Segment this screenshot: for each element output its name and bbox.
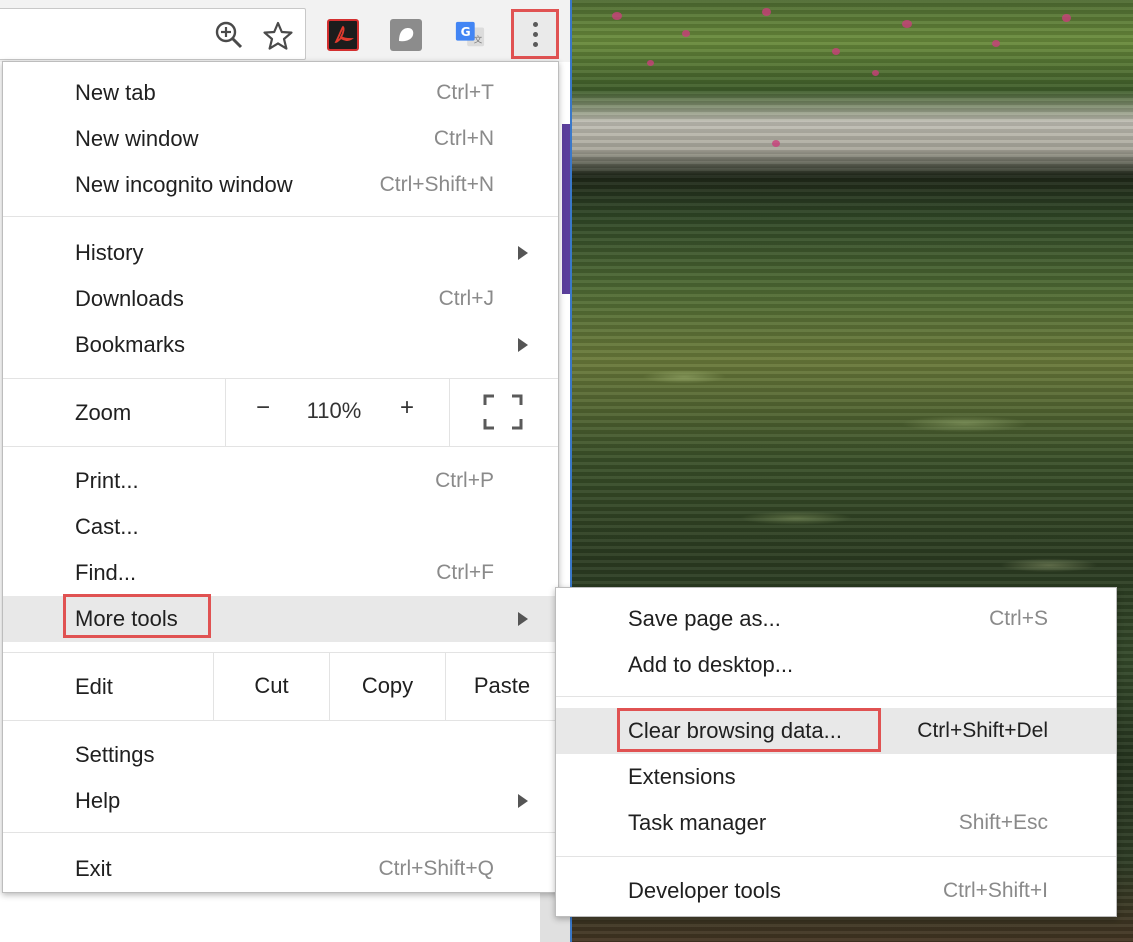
menu-item-cast[interactable]: Cast... bbox=[3, 504, 558, 550]
submenu-separator bbox=[556, 696, 1116, 697]
menu-item-shortcut: Ctrl+Shift+Q bbox=[378, 857, 494, 880]
menu-item-downloads[interactable]: Downloads Ctrl+J bbox=[3, 276, 558, 322]
menu-item-bookmarks[interactable]: Bookmarks bbox=[3, 322, 558, 368]
menu-item-label: Exit bbox=[75, 856, 112, 881]
menu-separator bbox=[3, 832, 558, 833]
ghostery-extension-icon[interactable] bbox=[390, 19, 422, 51]
zoom-in-icon[interactable] bbox=[214, 20, 244, 50]
submenu-item-label: Add to desktop... bbox=[628, 652, 794, 677]
submenu-item-task-manager[interactable]: Task manager Shift+Esc bbox=[556, 800, 1116, 846]
more-tools-submenu: Save page as... Ctrl+S Add to desktop...… bbox=[555, 587, 1117, 917]
menu-item-label: Print... bbox=[75, 468, 139, 493]
page-sidebar-strip bbox=[562, 124, 570, 294]
submenu-arrow-icon bbox=[518, 338, 528, 352]
zoom-out-button[interactable]: − bbox=[251, 394, 275, 422]
menu-item-label: Help bbox=[75, 788, 121, 813]
star-icon[interactable] bbox=[262, 20, 294, 52]
menu-item-exit[interactable]: Exit Ctrl+Shift+Q bbox=[3, 846, 558, 892]
menu-item-history[interactable]: History bbox=[3, 230, 558, 276]
menu-item-shortcut: Ctrl+J bbox=[438, 287, 494, 310]
zoom-in-button[interactable]: + bbox=[395, 394, 419, 422]
menu-item-shortcut: Ctrl+T bbox=[436, 81, 494, 104]
menu-item-shortcut: Ctrl+P bbox=[435, 469, 494, 492]
submenu-item-shortcut: Ctrl+Shift+Del bbox=[917, 719, 1048, 742]
submenu-item-shortcut: Ctrl+S bbox=[989, 607, 1048, 630]
google-translate-extension-icon[interactable]: G 文 bbox=[454, 19, 486, 51]
zoom-divider bbox=[225, 378, 226, 446]
menu-item-shortcut: Ctrl+N bbox=[433, 127, 494, 150]
menu-item-label: Cast... bbox=[75, 514, 139, 539]
submenu-item-label: Extensions bbox=[628, 764, 736, 789]
menu-item-label: New window bbox=[75, 126, 199, 151]
menu-item-print[interactable]: Print... Ctrl+P bbox=[3, 458, 558, 504]
zoom-level: 110% bbox=[306, 398, 362, 423]
browser-toolbar: G 文 bbox=[0, 0, 570, 62]
acrobat-extension-icon[interactable] bbox=[327, 19, 359, 51]
submenu-item-developer-tools[interactable]: Developer tools Ctrl+Shift+I bbox=[556, 868, 1116, 914]
svg-text:G: G bbox=[461, 25, 471, 39]
more-tools-highlight bbox=[63, 594, 211, 638]
submenu-item-label: Task manager bbox=[628, 810, 767, 835]
svg-text:文: 文 bbox=[474, 35, 483, 45]
copy-button[interactable]: Copy bbox=[329, 652, 445, 720]
zoom-row: Zoom − 110% + bbox=[3, 378, 558, 446]
submenu-item-shortcut: Ctrl+Shift+I bbox=[942, 879, 1048, 902]
menu-item-shortcut: Ctrl+Shift+N bbox=[379, 173, 494, 196]
zoom-label: Zoom bbox=[75, 400, 132, 425]
menu-item-label: Settings bbox=[75, 742, 155, 767]
menu-item-label: New incognito window bbox=[75, 172, 293, 197]
submenu-arrow-icon bbox=[518, 612, 528, 626]
menu-separator bbox=[3, 720, 558, 721]
more-vertical-icon[interactable] bbox=[511, 9, 559, 59]
menu-item-find[interactable]: Find... Ctrl+F bbox=[3, 550, 558, 596]
submenu-item-add-to-desktop[interactable]: Add to desktop... bbox=[556, 642, 1116, 688]
menu-item-label: Bookmarks bbox=[75, 332, 186, 357]
menu-item-label: Downloads bbox=[75, 286, 184, 311]
submenu-item-label: Save page as... bbox=[628, 606, 781, 631]
submenu-arrow-icon bbox=[518, 794, 528, 808]
menu-separator bbox=[3, 216, 558, 217]
chrome-main-menu: New tab Ctrl+T New window Ctrl+N New inc… bbox=[2, 61, 559, 893]
menu-item-label: New tab bbox=[75, 80, 156, 105]
submenu-item-label: Developer tools bbox=[628, 878, 781, 903]
paste-button[interactable]: Paste bbox=[445, 652, 558, 720]
submenu-item-shortcut: Shift+Esc bbox=[958, 811, 1048, 834]
cut-button[interactable]: Cut bbox=[213, 652, 329, 720]
clear-browsing-data-highlight bbox=[617, 708, 881, 752]
fullscreen-icon[interactable] bbox=[483, 394, 523, 430]
menu-item-help[interactable]: Help bbox=[3, 778, 558, 824]
menu-item-shortcut: Ctrl+F bbox=[436, 561, 494, 584]
submenu-item-extensions[interactable]: Extensions bbox=[556, 754, 1116, 800]
menu-item-label: Find... bbox=[75, 560, 137, 585]
submenu-separator bbox=[556, 856, 1116, 857]
menu-item-label: History bbox=[75, 240, 144, 265]
menu-item-settings[interactable]: Settings bbox=[3, 732, 558, 778]
submenu-item-save-page-as[interactable]: Save page as... Ctrl+S bbox=[556, 596, 1116, 642]
submenu-arrow-icon bbox=[518, 246, 528, 260]
address-bar[interactable] bbox=[0, 8, 306, 60]
menu-item-new-incognito-window[interactable]: New incognito window Ctrl+Shift+N bbox=[3, 162, 558, 208]
zoom-divider bbox=[449, 378, 450, 446]
menu-separator bbox=[3, 446, 558, 447]
edit-row: Edit Cut Copy Paste bbox=[3, 652, 558, 720]
menu-item-new-window[interactable]: New window Ctrl+N bbox=[3, 116, 558, 162]
menu-item-new-tab[interactable]: New tab Ctrl+T bbox=[3, 70, 558, 116]
edit-label: Edit bbox=[75, 674, 113, 699]
